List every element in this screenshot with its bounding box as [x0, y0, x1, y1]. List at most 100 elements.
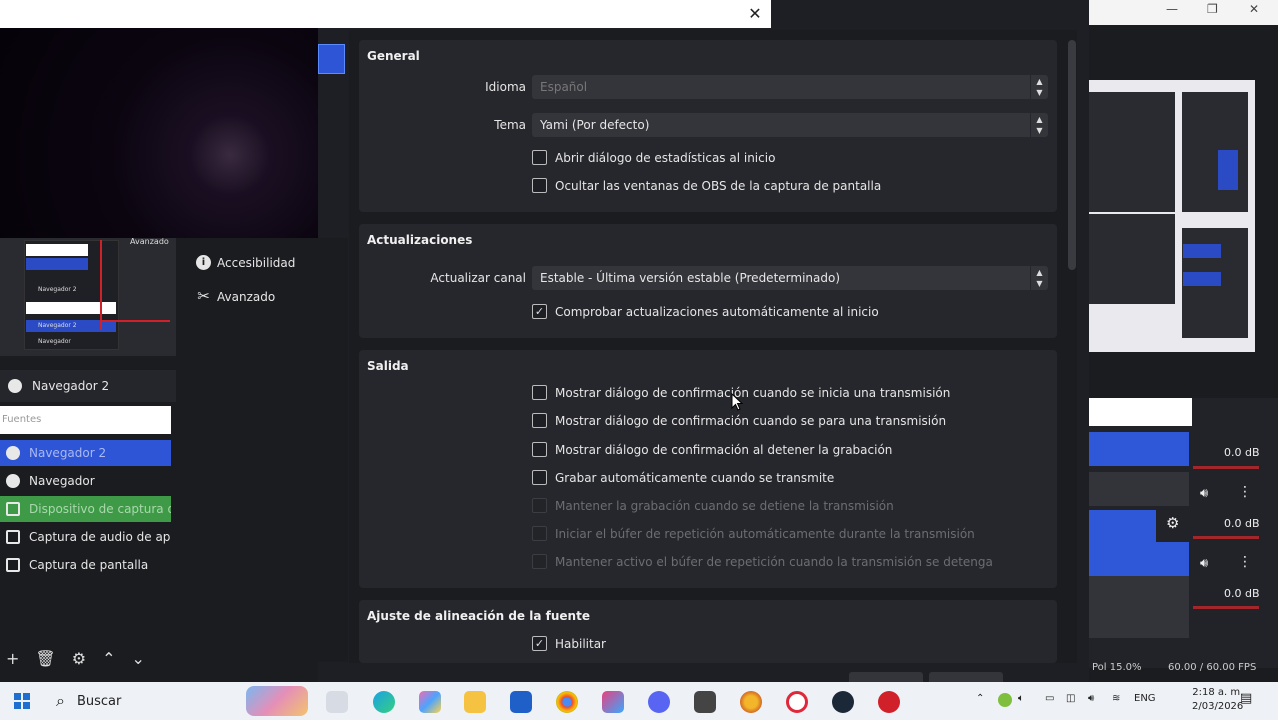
checkbox-box[interactable] — [532, 413, 547, 428]
task-view-icon[interactable] — [326, 691, 348, 713]
dialog-button[interactable] — [849, 672, 923, 682]
checkbox-box[interactable] — [532, 442, 547, 457]
close-icon[interactable]: ✕ — [745, 4, 765, 24]
nav-item-accessibility[interactable]: i Accesibilidad — [196, 255, 295, 270]
checkbox-label: Ocultar las ventanas de OBS de la captur… — [555, 178, 882, 193]
notifications-icon[interactable]: ▤ — [1240, 691, 1252, 706]
xbox-controller-icon[interactable] — [694, 691, 716, 713]
edge-icon[interactable] — [373, 691, 395, 713]
source-item[interactable]: Navegador 2 — [0, 440, 171, 466]
gear-icon[interactable]: ⚙ — [1166, 514, 1179, 532]
gear-icon[interactable]: ⚙ — [72, 649, 86, 668]
checkbox-box[interactable] — [532, 385, 547, 400]
scene-item[interactable]: Navegador 2 — [0, 370, 176, 402]
auto-record-checkbox[interactable]: Grabar automáticamente cuando se transmi… — [532, 470, 834, 485]
snapping-enable-checkbox[interactable]: ✓ Habilitar — [532, 636, 606, 651]
scene-label: Navegador 2 — [32, 379, 110, 393]
windows-start-icon[interactable] — [14, 693, 30, 709]
preview-side-label: Avanzado — [130, 237, 169, 246]
settings-scrollbar[interactable] — [1068, 40, 1076, 270]
confirm-stop-stream-checkbox[interactable]: Mostrar diálogo de confirmación cuando s… — [532, 413, 946, 428]
checkbox-box[interactable] — [532, 178, 547, 193]
app-icon[interactable] — [740, 691, 762, 713]
theme-select[interactable]: Yami (Por defecto) ▲ ▼ — [532, 113, 1048, 137]
mixer-row[interactable] — [1089, 542, 1189, 576]
nav-item-label: Accesibilidad — [217, 255, 296, 270]
checkbox-label: Mantener activo el búfer de repetición c… — [555, 554, 993, 569]
source-label: Navegador 2 — [29, 446, 107, 460]
copilot-icon[interactable] — [419, 691, 441, 713]
keep-recording-checkbox: Mantener la grabación cuando se detiene … — [532, 498, 894, 513]
source-item[interactable]: Captura de pantalla — [0, 552, 171, 578]
kebab-menu-icon[interactable]: ⋮ — [1238, 554, 1252, 570]
preview-panel — [1182, 92, 1248, 212]
confirm-stop-recording-checkbox[interactable]: Mostrar diálogo de confirmación al deten… — [532, 442, 892, 457]
steam-icon[interactable] — [832, 691, 854, 713]
checkbox-box[interactable] — [532, 470, 547, 485]
chevron-up-icon[interactable]: ⌃ — [976, 693, 984, 704]
language-indicator[interactable]: ENG — [1134, 693, 1156, 704]
discord-icon[interactable] — [648, 691, 670, 713]
nav-item-advanced[interactable]: ✂ Avanzado — [196, 289, 275, 304]
nav-item-label: Avanzado — [217, 289, 276, 304]
mouse-cursor-icon — [731, 392, 744, 411]
clock-date: 2/03/2026 — [1192, 701, 1244, 712]
volume-meter — [1193, 466, 1259, 469]
chevron-up-icon[interactable]: ⌃ — [102, 649, 115, 668]
dialog-button[interactable] — [929, 672, 1003, 682]
source-label: Navegador — [29, 474, 95, 488]
nav-item-general-selected[interactable] — [318, 44, 345, 74]
speaker-icon[interactable]: 🔈︎ — [1018, 693, 1024, 704]
sources-filter-input[interactable]: Fuentes — [0, 406, 171, 434]
search-icon: ⌕ — [56, 691, 65, 710]
chevron-updown-icon: ▲ ▼ — [1030, 113, 1048, 137]
language-value: Español — [540, 80, 588, 94]
guide-line — [100, 320, 170, 322]
mixer-row[interactable] — [1089, 510, 1156, 544]
camera-icon — [6, 502, 20, 516]
speaker-icon[interactable]: 🔊︎ — [1200, 556, 1208, 571]
wifi-icon[interactable]: ≋ — [1112, 693, 1120, 704]
volume-icon[interactable]: 🔊︎ — [1088, 693, 1094, 704]
auto-update-checkbox[interactable]: ✓ Comprobar actualizaciones automáticame… — [532, 304, 879, 319]
globe-icon — [6, 446, 20, 460]
add-icon[interactable]: + — [6, 649, 19, 668]
thumb-row — [26, 302, 116, 314]
stats-on-start-checkbox[interactable]: Abrir diálogo de estadísticas al inicio — [532, 150, 775, 165]
group-title: General — [367, 49, 420, 63]
check-icon[interactable]: ✓ — [532, 636, 547, 651]
mixer-row[interactable] — [1089, 604, 1189, 638]
network-icon[interactable]: ◫ — [1066, 693, 1075, 704]
app-icon[interactable] — [602, 691, 624, 713]
file-explorer-icon[interactable] — [464, 691, 486, 713]
update-channel-select[interactable]: Estable - Última versión estable (Predet… — [532, 266, 1048, 290]
kebab-menu-icon[interactable]: ⋮ — [1238, 484, 1252, 500]
search-highlight-graphic[interactable] — [246, 686, 308, 716]
maximize-icon[interactable]: ❐ — [1207, 2, 1218, 16]
chrome-icon[interactable] — [556, 691, 578, 713]
tray-app-icon[interactable] — [998, 693, 1012, 707]
taskbar-clock[interactable]: 2:18 a. m. 2/03/2026 — [1192, 686, 1243, 714]
speaker-icon[interactable]: 🔊︎ — [1200, 486, 1208, 501]
source-item[interactable]: Navegador — [0, 468, 171, 494]
close-icon[interactable]: ✕ — [1249, 2, 1259, 16]
trash-icon[interactable]: 🗑 — [35, 649, 55, 668]
opera-icon[interactable] — [786, 691, 808, 713]
source-item[interactable]: Dispositivo de captura de — [0, 496, 171, 522]
chevron-down-icon[interactable]: ⌄ — [131, 649, 144, 668]
source-item[interactable]: Captura de audio de aplica — [0, 524, 171, 550]
check-icon[interactable]: ✓ — [532, 304, 547, 319]
battery-icon[interactable]: ▭ — [1045, 693, 1054, 704]
store-icon[interactable] — [510, 691, 532, 713]
minimize-icon[interactable]: — — [1166, 2, 1178, 16]
volume-meter — [1193, 536, 1259, 539]
mixer-row[interactable] — [1089, 432, 1189, 466]
language-select[interactable]: Español ▲ ▼ — [532, 75, 1048, 99]
clock-time: 2:18 a. m. — [1192, 687, 1244, 698]
obs-icon[interactable] — [878, 691, 900, 713]
hide-obs-from-capture-checkbox[interactable]: Ocultar las ventanas de OBS de la captur… — [532, 178, 881, 193]
checkbox-box[interactable] — [532, 150, 547, 165]
mixer-row[interactable] — [1089, 472, 1189, 506]
source-label: Dispositivo de captura de — [29, 502, 171, 516]
preview-highlight — [1183, 244, 1221, 258]
